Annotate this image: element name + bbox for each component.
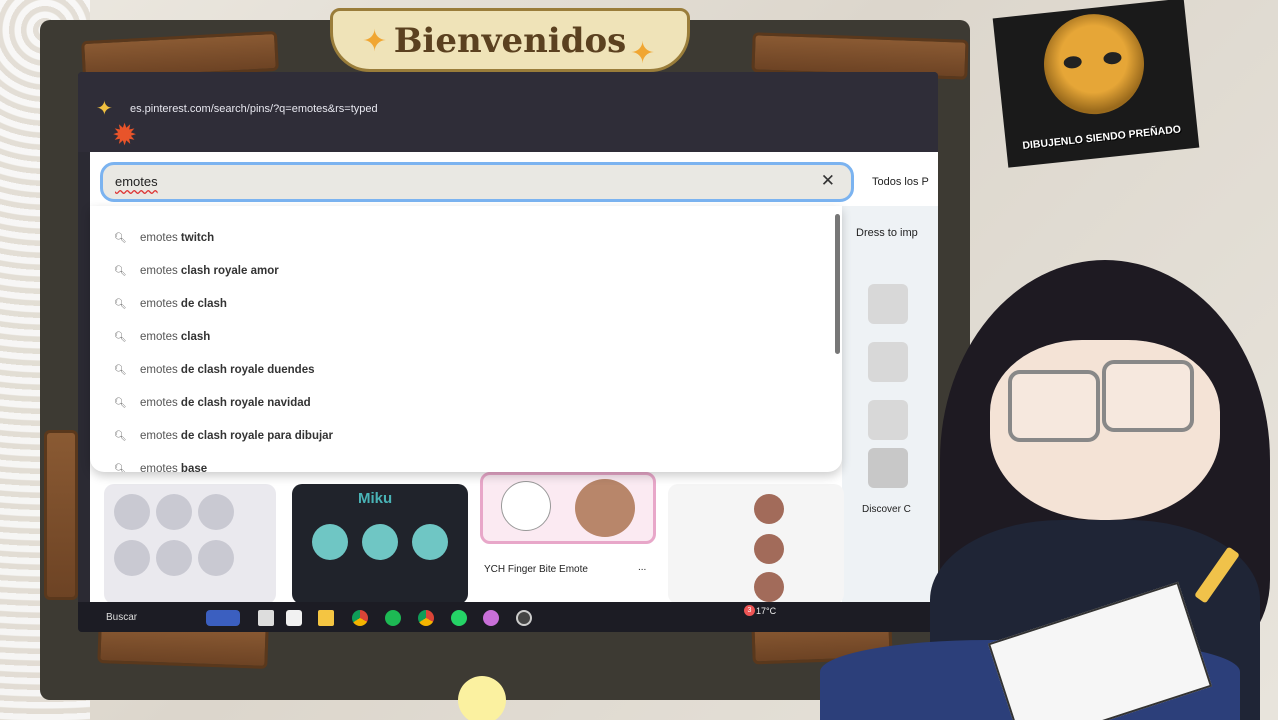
thumbnail-image[interactable] bbox=[868, 284, 908, 324]
notification-badge: 3 bbox=[744, 605, 755, 616]
emote-image bbox=[362, 524, 398, 560]
decorative-dot bbox=[458, 676, 506, 720]
whatsapp-icon[interactable] bbox=[451, 610, 467, 626]
store-icon[interactable] bbox=[286, 610, 302, 626]
widget-icon[interactable] bbox=[206, 610, 240, 626]
taskbar: Buscar 3 17°C bbox=[78, 602, 938, 632]
captured-screen: es.pinterest.com/search/pins/?q=emotes&r… bbox=[78, 72, 938, 632]
search-icon: 🔍︎ bbox=[114, 431, 127, 442]
emote-image bbox=[198, 494, 234, 530]
suggestion-item[interactable]: 🔍︎ emotes de clash royale para dibujar bbox=[114, 426, 333, 446]
emote-image bbox=[312, 524, 348, 560]
result-pin[interactable] bbox=[480, 472, 656, 544]
emote-image bbox=[575, 479, 635, 537]
close-icon[interactable]: ✕ bbox=[821, 171, 835, 191]
eye bbox=[1102, 51, 1123, 66]
suggestion-item[interactable]: 🔍︎ emotes de clash royale duendes bbox=[114, 360, 315, 380]
suggestion-item[interactable]: 🔍︎ emotes base bbox=[114, 459, 207, 472]
suggestion-item[interactable]: 🔍︎ emotes clash bbox=[114, 327, 210, 347]
emote-image bbox=[198, 540, 234, 576]
suggestion-item[interactable]: 🔍︎ emotes de clash bbox=[114, 294, 227, 314]
pin-title[interactable]: YCH Finger Bite Emote bbox=[484, 564, 588, 575]
star-icon: ✦ bbox=[362, 25, 388, 58]
suggestion-item[interactable]: 🔍︎ emotes clash royale amor bbox=[114, 261, 279, 281]
emote-image bbox=[114, 540, 150, 576]
chrome-icon[interactable] bbox=[418, 610, 434, 626]
task-view-icon[interactable] bbox=[258, 610, 274, 626]
meme-caption: DIBUJENLO SIENDO PREÑADO bbox=[1021, 123, 1182, 152]
search-icon: 🔍︎ bbox=[114, 299, 127, 310]
suggestion-item[interactable]: 🔍︎ emotes de clash royale navidad bbox=[114, 393, 311, 413]
star-icon: ✹ bbox=[112, 119, 138, 152]
character-face bbox=[990, 340, 1220, 520]
discover-label[interactable]: Discover C bbox=[862, 504, 911, 515]
browser-toolbar: es.pinterest.com/search/pins/?q=emotes&r… bbox=[78, 72, 938, 152]
thumbnail-image[interactable] bbox=[868, 342, 908, 382]
eye bbox=[1063, 55, 1083, 70]
search-icon: 🔍︎ bbox=[114, 266, 127, 277]
search-icon: 🔍︎ bbox=[114, 398, 127, 409]
lemur-face bbox=[1039, 9, 1149, 120]
search-icon: 🔍︎ bbox=[114, 332, 127, 343]
thumbnail-image[interactable] bbox=[868, 400, 908, 440]
glasses bbox=[1008, 370, 1100, 442]
taskbar-search[interactable]: Buscar bbox=[106, 612, 137, 623]
meme-image: DIBUJENLO SIENDO PREÑADO bbox=[992, 0, 1200, 168]
search-icon: 🔍︎ bbox=[114, 233, 127, 244]
board-title[interactable]: Dress to imp bbox=[856, 227, 918, 239]
emote-image bbox=[412, 524, 448, 560]
filter-dropdown[interactable]: Todos los P bbox=[872, 176, 929, 188]
emote-image bbox=[754, 572, 784, 602]
emote-image bbox=[156, 494, 192, 530]
scrollbar[interactable] bbox=[835, 214, 840, 354]
result-pin[interactable] bbox=[104, 484, 276, 604]
chrome-icon[interactable] bbox=[352, 610, 368, 626]
search-suggestions: 🔍︎ emotes twitch 🔍︎ emotes clash royale am… bbox=[90, 206, 842, 472]
pin-title-miku: Miku bbox=[358, 490, 393, 507]
suggestion-item[interactable]: 🔍︎ emotes twitch bbox=[114, 228, 214, 248]
emote-image bbox=[156, 540, 192, 576]
emote-image bbox=[754, 494, 784, 524]
search-input[interactable]: emotes ✕ bbox=[100, 162, 854, 202]
folder-icon[interactable] bbox=[318, 610, 334, 626]
thumbnail-image[interactable] bbox=[868, 448, 908, 488]
address-bar[interactable]: es.pinterest.com/search/pins/?q=emotes&r… bbox=[130, 98, 730, 120]
search-icon: 🔍︎ bbox=[114, 365, 127, 376]
emote-image bbox=[114, 494, 150, 530]
search-icon: 🔍︎ bbox=[114, 464, 127, 472]
frame-board-left bbox=[44, 430, 78, 600]
obs-icon[interactable] bbox=[516, 610, 532, 626]
glasses bbox=[1102, 360, 1194, 432]
result-pin[interactable] bbox=[668, 484, 844, 604]
search-input-value[interactable]: emotes bbox=[115, 174, 158, 189]
emote-image bbox=[754, 534, 784, 564]
app-icon[interactable] bbox=[483, 610, 499, 626]
star-icon: ✦ bbox=[630, 37, 656, 70]
more-options-icon[interactable]: ... bbox=[638, 562, 646, 573]
star-icon: ✦ bbox=[96, 98, 113, 120]
emote-image bbox=[501, 481, 551, 531]
spotify-icon[interactable] bbox=[385, 610, 401, 626]
weather-temperature[interactable]: 17°C bbox=[756, 606, 776, 616]
